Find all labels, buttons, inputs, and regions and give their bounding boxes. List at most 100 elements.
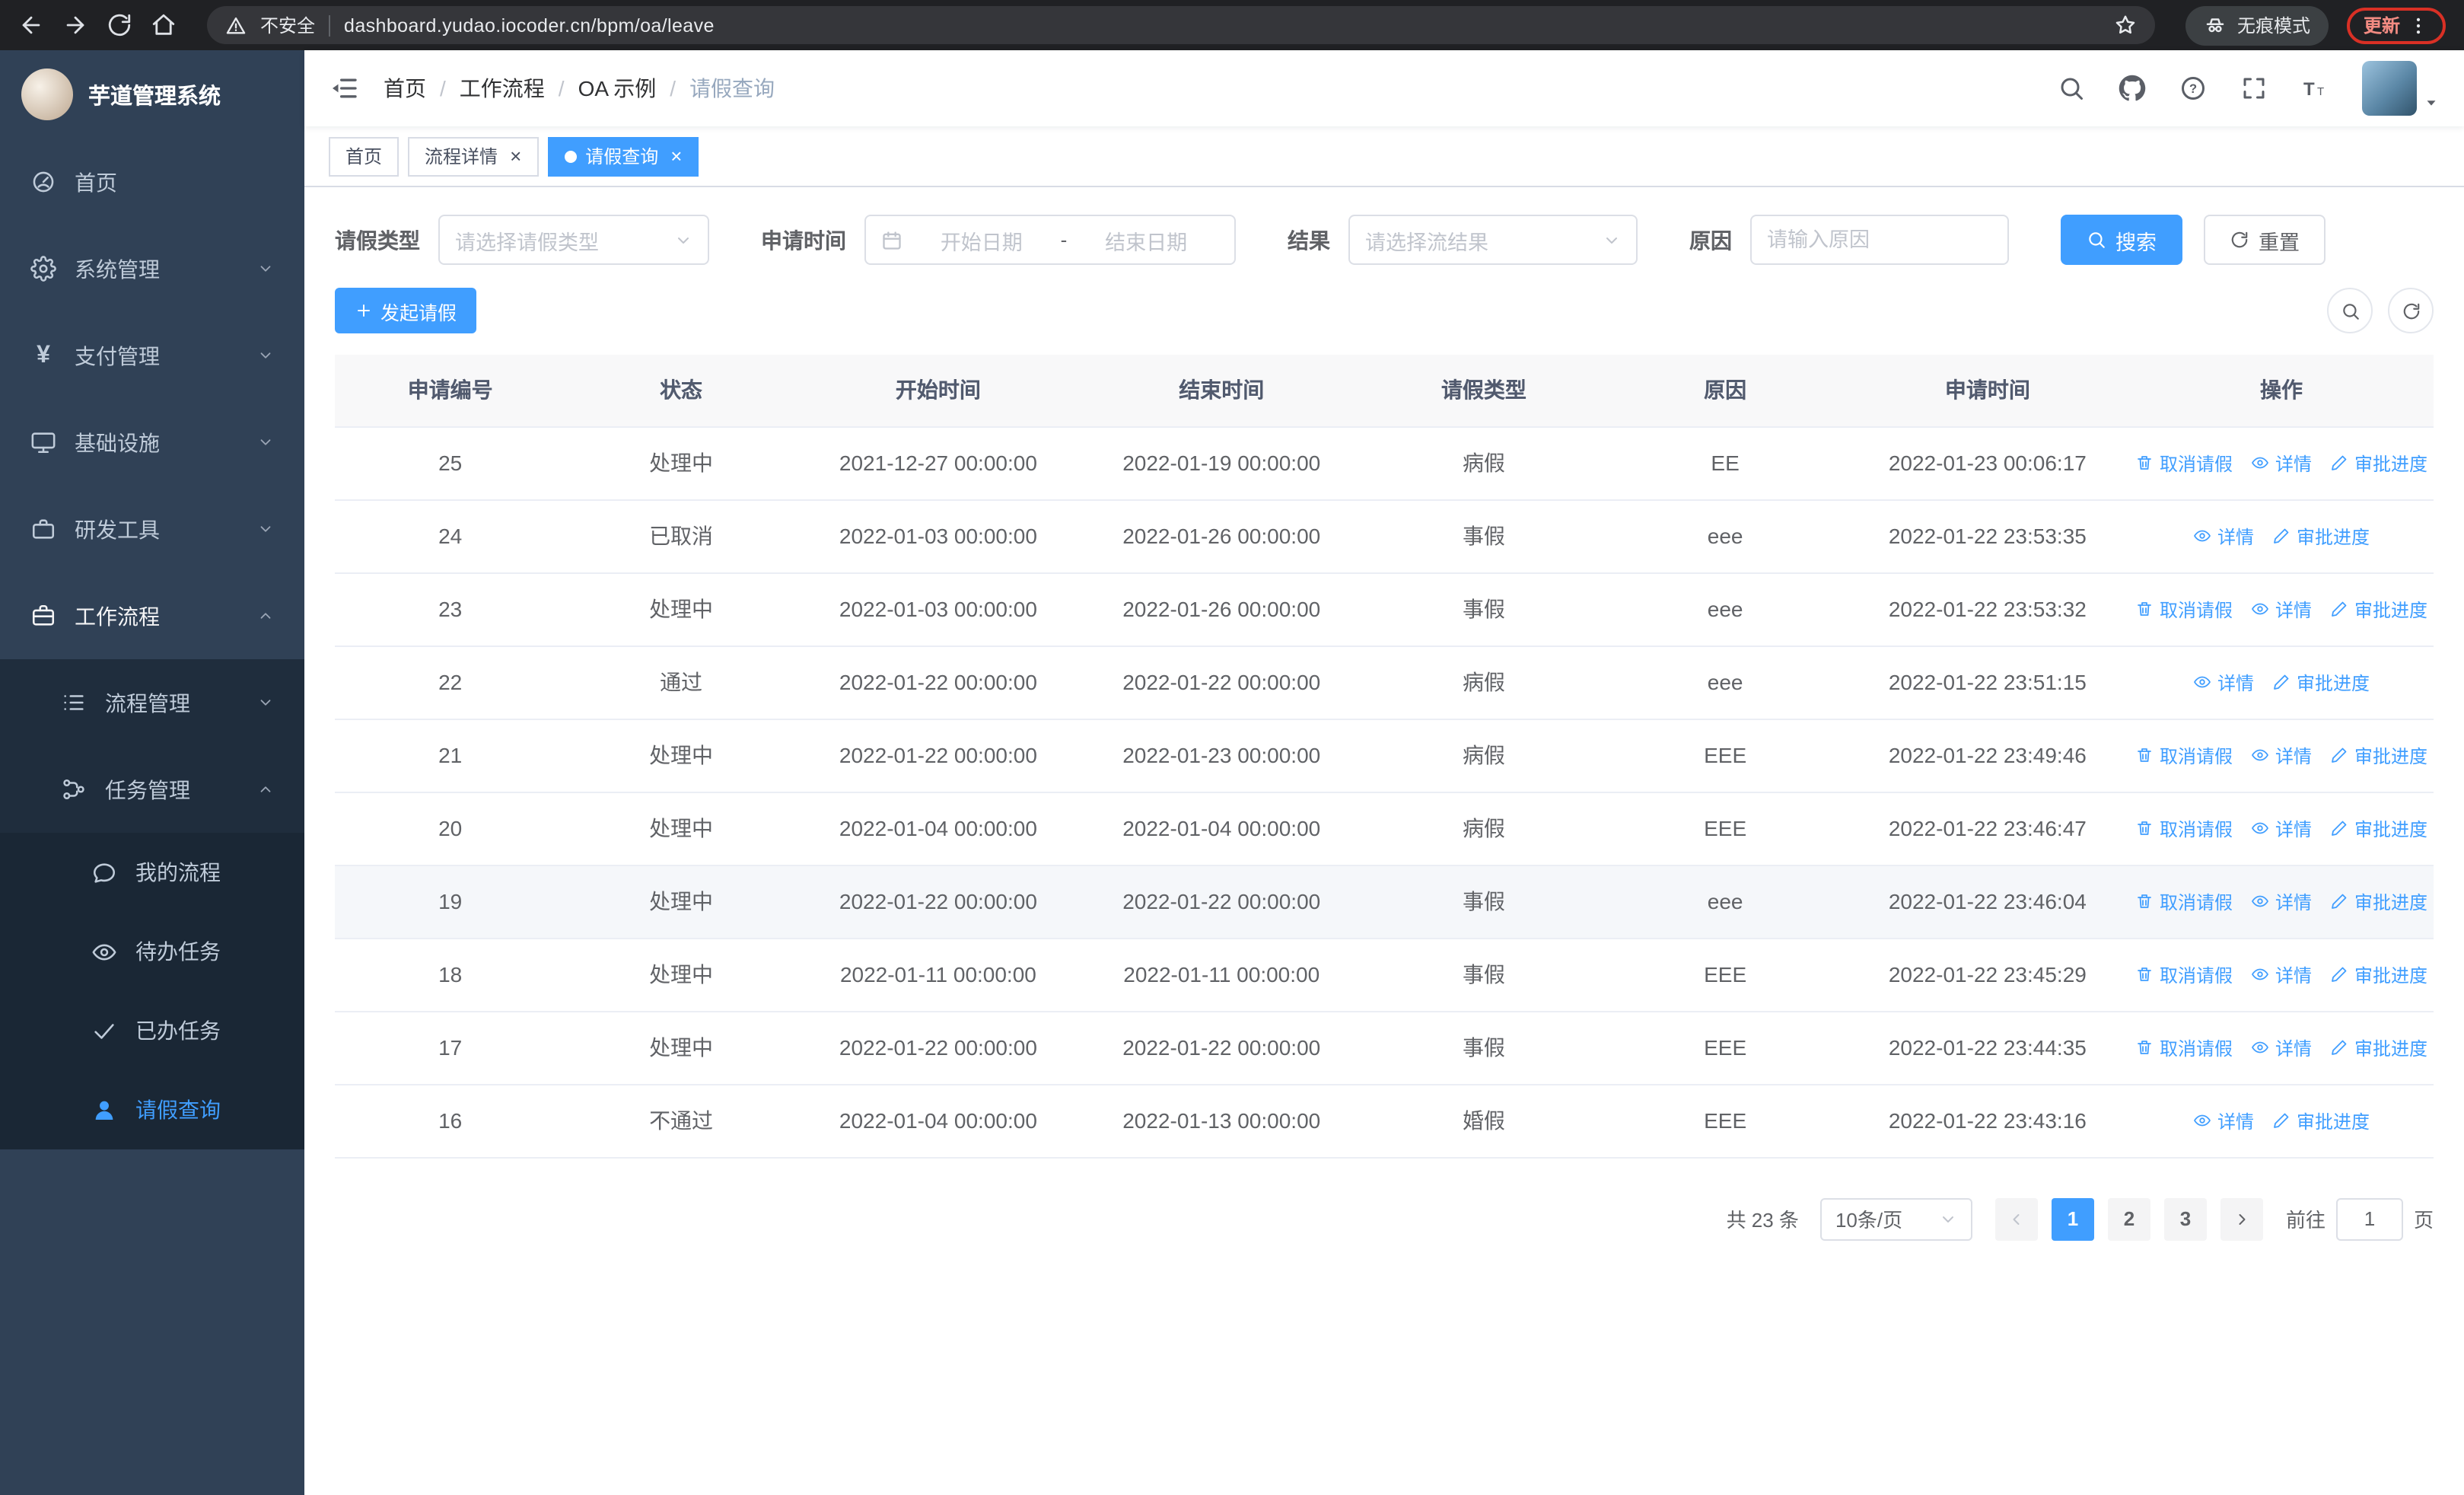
sidebar-item-process-mgmt[interactable]: 流程管理 xyxy=(0,659,304,746)
cancel-leave-button[interactable]: 取消请假 xyxy=(2135,815,2233,841)
sidebar-item-my-process[interactable]: 我的流程 xyxy=(0,833,304,912)
page-button-3[interactable]: 3 xyxy=(2163,1197,2207,1240)
bookmark-star-icon[interactable] xyxy=(2114,14,2137,37)
breadcrumb-item[interactable]: OA 示例 xyxy=(578,73,657,104)
trash-icon xyxy=(2138,456,2151,470)
browser-reload-icon[interactable] xyxy=(107,12,132,38)
cell-actions: 详情 审批进度 xyxy=(2129,645,2434,719)
goto-page-input[interactable] xyxy=(2335,1197,2403,1240)
next-page-button[interactable] xyxy=(2220,1197,2263,1240)
detail-button[interactable]: 详情 xyxy=(2193,1108,2254,1133)
browser-update-button[interactable]: 更新 xyxy=(2346,7,2446,43)
cell-status: 处理中 xyxy=(565,1011,797,1085)
detail-button[interactable]: 详情 xyxy=(2251,888,2312,914)
sidebar-item-leave-query[interactable]: 请假查询 xyxy=(0,1070,304,1149)
page-size-select[interactable]: 10条/页 xyxy=(1819,1197,1972,1240)
sidebar-item-todo-tasks[interactable]: 待办任务 xyxy=(0,912,304,991)
page-button-1[interactable]: 1 xyxy=(2051,1197,2094,1240)
browser-menu-dots-icon[interactable] xyxy=(2408,14,2429,36)
sidebar-item-payment[interactable]: ¥ 支付管理 xyxy=(0,312,304,399)
sidebar-item-infrastructure[interactable]: 基础设施 xyxy=(0,399,304,486)
approval-progress-button[interactable]: 审批进度 xyxy=(2330,450,2427,476)
tab-home[interactable]: 首页 xyxy=(329,136,400,176)
cancel-leave-button[interactable]: 取消请假 xyxy=(2135,450,2233,476)
approval-progress-button[interactable]: 审批进度 xyxy=(2272,523,2370,549)
search-icon[interactable] xyxy=(2058,75,2085,102)
browser-home-icon[interactable] xyxy=(151,12,177,38)
user-avatar-menu[interactable] xyxy=(2362,61,2440,116)
close-icon[interactable]: × xyxy=(670,146,682,166)
breadcrumb-item[interactable]: 工作流程 xyxy=(460,73,545,104)
cell-apply-id: 22 xyxy=(335,645,566,719)
sidebar-item-home[interactable]: 首页 xyxy=(0,139,304,225)
reason-input[interactable] xyxy=(1750,215,2009,265)
font-size-icon[interactable]: TT xyxy=(2301,75,2329,102)
approval-progress-button[interactable]: 审批进度 xyxy=(2330,742,2427,768)
detail-button[interactable]: 详情 xyxy=(2251,815,2312,841)
trash-icon xyxy=(2138,967,2151,981)
monitor-icon xyxy=(30,429,56,455)
sidebar-item-workflow[interactable]: 工作流程 xyxy=(0,572,304,659)
browser-forward-icon[interactable] xyxy=(62,12,88,38)
tab-leave-query[interactable]: 请假查询 × xyxy=(547,136,699,176)
create-leave-button[interactable]: 发起请假 xyxy=(335,288,477,333)
cancel-leave-button[interactable]: 取消请假 xyxy=(2135,961,2233,987)
help-icon[interactable]: ? xyxy=(2179,75,2207,102)
detail-button[interactable]: 详情 xyxy=(2251,742,2312,768)
cancel-leave-button[interactable]: 取消请假 xyxy=(2135,742,2233,768)
fullscreen-icon[interactable] xyxy=(2240,75,2268,102)
approval-progress-button[interactable]: 审批进度 xyxy=(2330,815,2427,841)
detail-button[interactable]: 详情 xyxy=(2251,596,2312,622)
search-button[interactable]: 搜索 xyxy=(2061,215,2182,265)
page-button-2[interactable]: 2 xyxy=(2107,1197,2150,1240)
app-logo[interactable]: 芋道管理系统 xyxy=(0,50,304,139)
detail-button[interactable]: 详情 xyxy=(2193,523,2254,549)
leave-type-select[interactable]: 请选择请假类型 xyxy=(438,215,709,265)
cell-start-time: 2022-01-04 00:00:00 xyxy=(796,792,1081,865)
cell-end-time: 2022-01-22 00:00:00 xyxy=(1080,865,1364,939)
cell-apply-time: 2022-01-22 23:44:35 xyxy=(1845,1011,2129,1085)
address-bar[interactable]: 不安全 dashboard.yudao.iocoder.cn/bpm/oa/le… xyxy=(207,6,2155,44)
leave-type-placeholder: 请选择请假类型 xyxy=(455,231,599,253)
approval-progress-button[interactable]: 审批进度 xyxy=(2272,1108,2370,1133)
toggle-search-button[interactable] xyxy=(2327,288,2373,333)
apply-time-range-picker[interactable]: 开始日期 - 结束日期 xyxy=(864,215,1236,265)
sidebar-item-system[interactable]: 系统管理 xyxy=(0,225,304,312)
breadcrumb-item[interactable]: 首页 xyxy=(384,73,426,104)
detail-button[interactable]: 详情 xyxy=(2251,1034,2312,1060)
approval-progress-button[interactable]: 审批进度 xyxy=(2330,1034,2427,1060)
browser-chrome: 不安全 dashboard.yudao.iocoder.cn/bpm/oa/le… xyxy=(0,0,2464,50)
cell-start-time: 2022-01-22 00:00:00 xyxy=(796,1011,1081,1085)
reset-button[interactable]: 重置 xyxy=(2204,215,2326,265)
cancel-leave-button[interactable]: 取消请假 xyxy=(2135,888,2233,914)
detail-button[interactable]: 详情 xyxy=(2251,961,2312,987)
cancel-leave-button[interactable]: 取消请假 xyxy=(2135,1034,2233,1060)
close-icon[interactable]: × xyxy=(510,146,521,166)
refresh-icon xyxy=(2231,231,2248,248)
detail-button[interactable]: 详情 xyxy=(2193,669,2254,695)
suitcase-icon xyxy=(30,603,56,629)
approval-progress-button[interactable]: 审批进度 xyxy=(2330,961,2427,987)
sidebar-item-task-mgmt[interactable]: 任务管理 xyxy=(0,746,304,833)
github-icon[interactable] xyxy=(2119,75,2146,102)
result-placeholder: 请选择流结果 xyxy=(1365,231,1488,253)
table-row: 16 不通过 2022-01-04 00:00:00 2022-01-13 00:00… xyxy=(335,1084,2434,1158)
approval-progress-button[interactable]: 审批进度 xyxy=(2330,888,2427,914)
sidebar-item-devtools[interactable]: 研发工具 xyxy=(0,486,304,572)
prev-page-button[interactable] xyxy=(1994,1197,2038,1240)
result-select[interactable]: 请选择流结果 xyxy=(1348,215,1638,265)
browser-back-icon[interactable] xyxy=(18,12,44,38)
cancel-leave-button[interactable]: 取消请假 xyxy=(2135,596,2233,622)
approval-progress-button[interactable]: 审批进度 xyxy=(2272,669,2370,695)
detail-button[interactable]: 详情 xyxy=(2251,450,2312,476)
tab-process-detail[interactable]: 流程详情 × xyxy=(408,136,539,176)
sidebar-collapse-icon[interactable] xyxy=(329,73,359,104)
cell-apply-id: 24 xyxy=(335,499,566,573)
table-row: 19 处理中 2022-01-22 00:00:00 2022-01-22 00:00… xyxy=(335,865,2434,939)
tab-label: 请假查询 xyxy=(585,146,659,167)
approval-progress-button[interactable]: 审批进度 xyxy=(2330,596,2427,622)
app-title: 芋道管理系统 xyxy=(88,84,221,109)
cell-leave-type: 事假 xyxy=(1363,1011,1605,1085)
sidebar-item-done-tasks[interactable]: 已办任务 xyxy=(0,991,304,1070)
refresh-table-button[interactable] xyxy=(2388,288,2434,333)
